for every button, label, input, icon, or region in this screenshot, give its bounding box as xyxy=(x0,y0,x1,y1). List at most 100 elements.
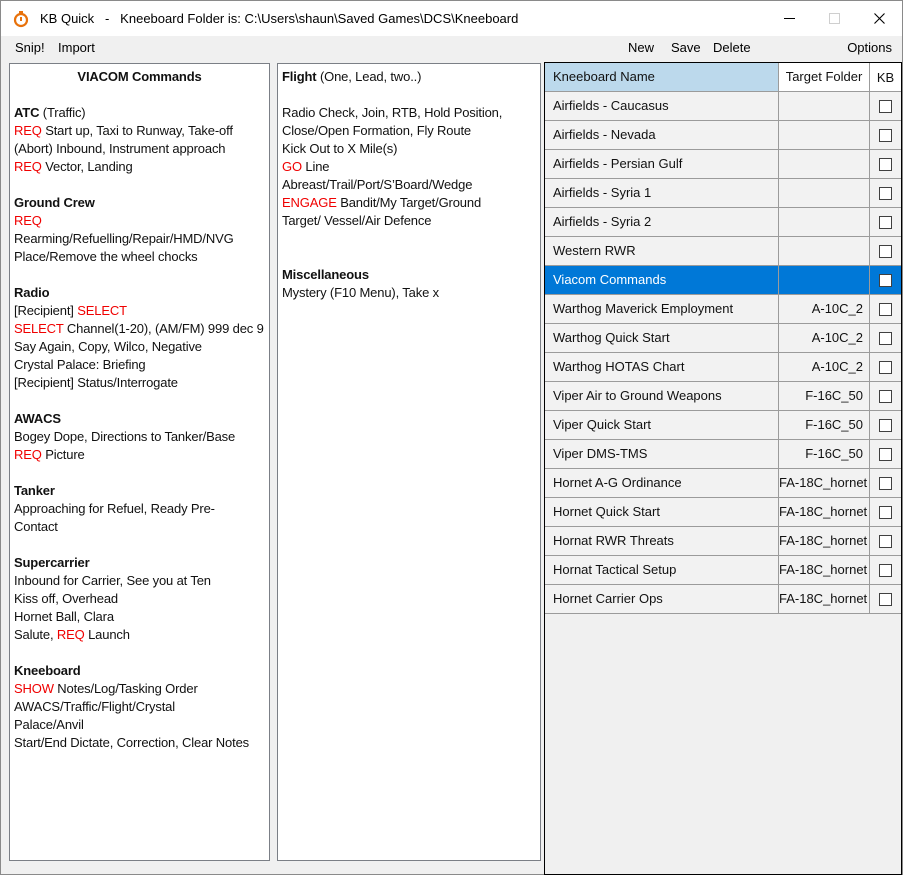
kb-checkbox[interactable] xyxy=(879,274,892,287)
table-row[interactable]: Hornat RWR ThreatsFA-18C_hornet xyxy=(545,527,901,556)
text-segment: Palace/Anvil xyxy=(14,717,84,732)
text-segment: [Recipient] Status/Interrogate xyxy=(14,375,178,390)
cell-kneeboard-name: Airfields - Syria 1 xyxy=(545,179,779,207)
table-row[interactable]: Warthog HOTAS ChartA-10C_2 xyxy=(545,353,901,382)
text-segment: Abreast/Trail/Port/S’Board/Wedge xyxy=(282,177,472,192)
text-segment: Bandit/My Target/Ground xyxy=(337,195,481,210)
cell-kneeboard-name: Warthog Maverick Employment xyxy=(545,295,779,323)
close-button[interactable] xyxy=(857,1,902,35)
text-segment: AWACS/Traffic/Flight/Crystal xyxy=(14,699,175,714)
text-line: SELECT Channel(1-20), (AM/FM) 999 dec 9 xyxy=(14,320,265,338)
table-row[interactable]: Airfields - Persian Gulf xyxy=(545,150,901,179)
kb-checkbox[interactable] xyxy=(879,593,892,606)
cell-kb xyxy=(870,411,901,439)
kb-checkbox[interactable] xyxy=(879,245,892,258)
text-segment: Start up, Taxi to Runway, Take-off xyxy=(42,123,233,138)
cell-kb xyxy=(870,266,901,294)
table-row[interactable]: Viper DMS-TMSF-16C_50 xyxy=(545,440,901,469)
text-line: Mystery (F10 Menu), Take x xyxy=(282,284,536,302)
table-row[interactable]: Viper Quick StartF-16C_50 xyxy=(545,411,901,440)
kb-checkbox[interactable] xyxy=(879,506,892,519)
viacom-commands-panel[interactable]: VIACOM Commands ATC (Traffic)REQ Start u… xyxy=(9,63,270,861)
text-segment: SELECT xyxy=(77,303,127,318)
text-line: REQ Start up, Taxi to Runway, Take-off xyxy=(14,122,265,140)
table-row[interactable]: Hornet Quick StartFA-18C_hornet xyxy=(545,498,901,527)
text-line: Crystal Palace: Briefing xyxy=(14,356,265,374)
text-line xyxy=(14,536,265,554)
cell-kneeboard-name: Western RWR xyxy=(545,237,779,265)
menu-item-snip[interactable]: Snip! xyxy=(15,40,45,55)
table-row[interactable]: Warthog Quick StartA-10C_2 xyxy=(545,324,901,353)
table-row[interactable]: Airfields - Nevada xyxy=(545,121,901,150)
cell-target-folder: FA-18C_hornet xyxy=(779,498,870,526)
table-row[interactable]: Airfields - Caucasus xyxy=(545,92,901,121)
text-segment: [Recipient] xyxy=(14,303,77,318)
kb-checkbox[interactable] xyxy=(879,129,892,142)
text-segment: REQ xyxy=(14,159,42,174)
kb-checkbox[interactable] xyxy=(879,477,892,490)
minimize-button[interactable] xyxy=(767,1,812,35)
cell-target-folder: FA-18C_hornet xyxy=(779,527,870,555)
table-row[interactable]: Viper Air to Ground WeaponsF-16C_50 xyxy=(545,382,901,411)
text-line: Miscellaneous xyxy=(282,266,536,284)
text-line: Supercarrier xyxy=(14,554,265,572)
kb-checkbox[interactable] xyxy=(879,158,892,171)
text-segment: Start/End Dictate, Correction, Clear Not… xyxy=(14,735,249,750)
text-line: Tanker xyxy=(14,482,265,500)
text-segment: REQ xyxy=(14,123,42,138)
cell-kb xyxy=(870,527,901,555)
table-row[interactable]: Western RWR xyxy=(545,237,901,266)
kb-checkbox[interactable] xyxy=(879,100,892,113)
cell-kneeboard-name: Airfields - Syria 2 xyxy=(545,208,779,236)
cell-target-folder: FA-18C_hornet xyxy=(779,469,870,497)
text-line xyxy=(14,266,265,284)
text-segment: Picture xyxy=(42,447,85,462)
kb-checkbox[interactable] xyxy=(879,361,892,374)
table-row[interactable]: Airfields - Syria 1 xyxy=(545,179,901,208)
kb-checkbox[interactable] xyxy=(879,535,892,548)
menu-item-import[interactable]: Import xyxy=(58,40,95,55)
text-line xyxy=(282,230,536,248)
menu-item-options[interactable]: Options xyxy=(847,40,892,55)
column-header-target-folder[interactable]: Target Folder xyxy=(779,63,870,91)
cell-kb xyxy=(870,208,901,236)
cell-kneeboard-name: Viper DMS-TMS xyxy=(545,440,779,468)
text-line: Hornet Ball, Clara xyxy=(14,608,265,626)
table-row[interactable]: Viacom Commands xyxy=(545,266,901,295)
text-line: REQ Picture xyxy=(14,446,265,464)
text-segment: Flight xyxy=(282,69,316,84)
kb-checkbox[interactable] xyxy=(879,216,892,229)
table-row[interactable]: Hornet A-G OrdinanceFA-18C_hornet xyxy=(545,469,901,498)
text-segment: ENGAGE xyxy=(282,195,337,210)
column-header-kneeboard-name[interactable]: Kneeboard Name xyxy=(545,63,779,91)
kb-checkbox[interactable] xyxy=(879,332,892,345)
text-segment: Kneeboard xyxy=(14,663,81,678)
text-line: Start/End Dictate, Correction, Clear Not… xyxy=(14,734,265,752)
kb-checkbox[interactable] xyxy=(879,448,892,461)
text-segment: Contact xyxy=(14,519,58,534)
menu-item-save[interactable]: Save xyxy=(671,40,701,55)
table-row[interactable]: Hornet Carrier OpsFA-18C_hornet xyxy=(545,585,901,614)
window-title: KB Quick - Kneeboard Folder is: C:\Users… xyxy=(40,11,518,26)
text-line: Kick Out to X Mile(s) xyxy=(282,140,536,158)
flight-commands-panel[interactable]: Flight (One, Lead, two..) Radio Check, J… xyxy=(277,63,541,861)
text-segment: AWACS xyxy=(14,411,61,426)
text-line xyxy=(14,464,265,482)
column-header-kb[interactable]: KB xyxy=(870,63,901,91)
kb-checkbox[interactable] xyxy=(879,187,892,200)
menu-item-delete[interactable]: Delete xyxy=(713,40,751,55)
text-segment: Inbound for Carrier, See you at Ten xyxy=(14,573,211,588)
table-row[interactable]: Hornat Tactical SetupFA-18C_hornet xyxy=(545,556,901,585)
table-row[interactable]: Airfields - Syria 2 xyxy=(545,208,901,237)
kb-checkbox[interactable] xyxy=(879,390,892,403)
kb-checkbox[interactable] xyxy=(879,303,892,316)
table-row[interactable]: Warthog Maverick EmploymentA-10C_2 xyxy=(545,295,901,324)
text-line: (Abort) Inbound, Instrument approach xyxy=(14,140,265,158)
kb-checkbox[interactable] xyxy=(879,419,892,432)
text-line xyxy=(14,176,265,194)
menu-item-new[interactable]: New xyxy=(628,40,654,55)
text-segment: GO xyxy=(282,159,302,174)
cell-kb xyxy=(870,121,901,149)
kb-checkbox[interactable] xyxy=(879,564,892,577)
text-line xyxy=(282,248,536,266)
